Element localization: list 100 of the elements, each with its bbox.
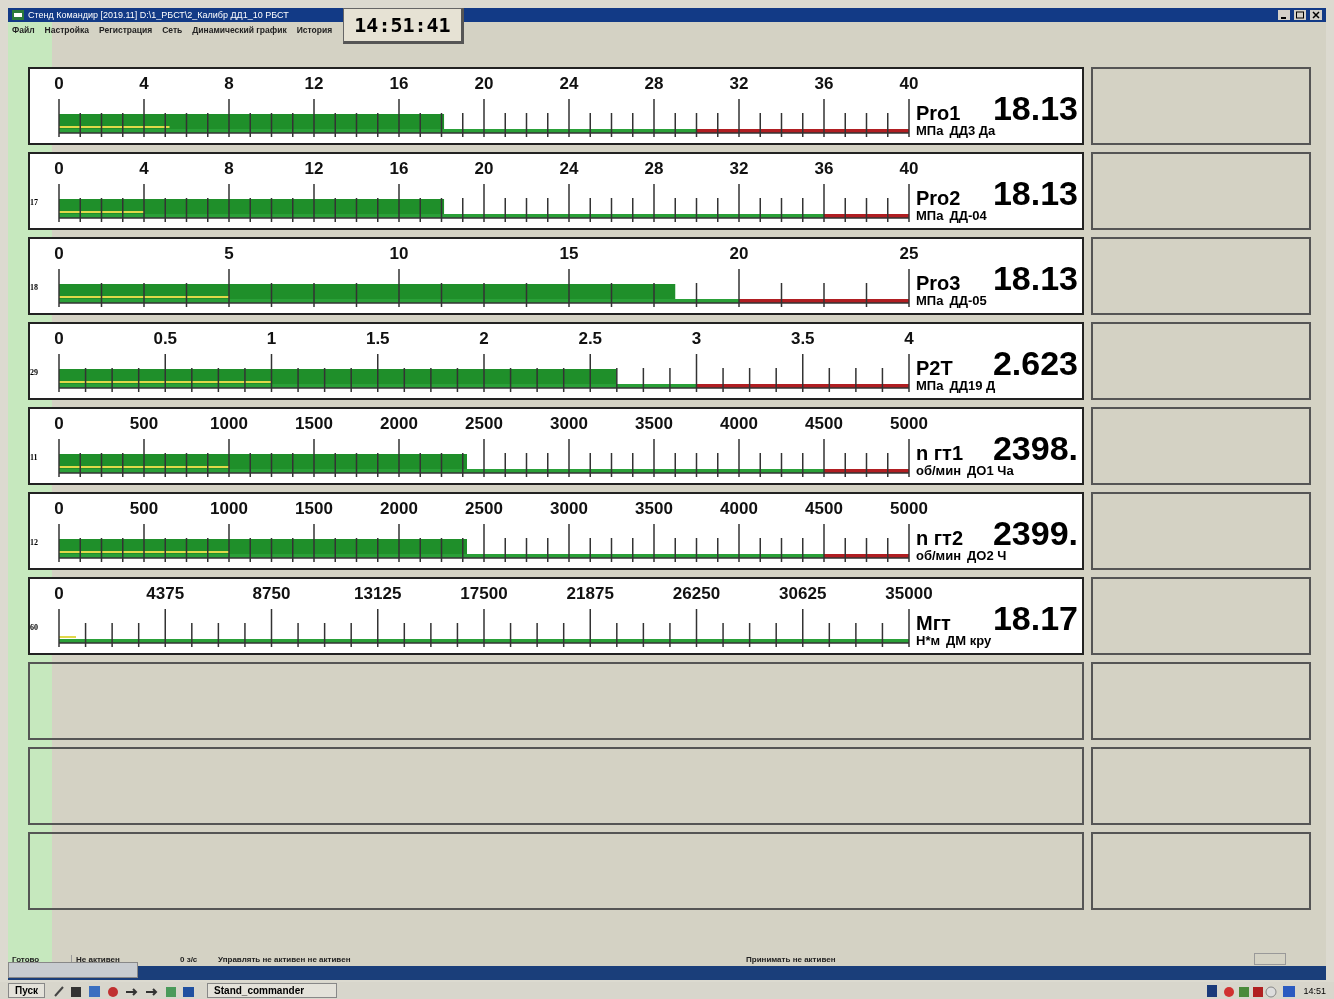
scale-label: 20 [474, 74, 494, 93]
scale-label: 2.5 [578, 329, 603, 348]
status-field: 0 з/с [176, 954, 214, 964]
scale-label: 20 [729, 244, 749, 263]
scale-label: 20 [474, 159, 494, 178]
close-icon[interactable] [1310, 10, 1322, 20]
scale-label: 36 [814, 74, 834, 93]
gauge-name: P2T [916, 357, 953, 380]
scale-label: 26250 [672, 584, 721, 603]
gauge-name: Pro1 [916, 102, 961, 125]
scale-label: 3500 [635, 499, 673, 518]
scale-label: 4 [139, 159, 149, 178]
scale-label: 0 [54, 159, 64, 178]
scale-label: 1000 [210, 499, 248, 518]
scale-label: 0 [54, 329, 64, 348]
scale-label: 0 [54, 499, 64, 518]
scale-label: 21875 [566, 584, 614, 603]
channel-number: 11 [30, 453, 38, 462]
scale-label: 8 [224, 74, 234, 93]
sensor-label: ДД-04 [949, 208, 987, 223]
sensor-label: ДД19 Д [949, 378, 996, 393]
menu-item[interactable]: Регистрация [98, 25, 153, 35]
scale-label: 24 [559, 159, 579, 178]
unit-label: МПа [916, 208, 944, 223]
gauge-value: 18.13 [992, 176, 1078, 210]
scale-label: 0 [54, 244, 64, 263]
gauge-value: 2399. [992, 516, 1078, 550]
gauge-name: Pro2 [916, 187, 961, 210]
scale-label: 13125 [354, 584, 402, 603]
unit-label: МПа [916, 378, 944, 393]
scale-label: 8 [224, 159, 234, 178]
menu-item[interactable]: История [296, 25, 333, 35]
scale-label: 3000 [550, 414, 588, 433]
scale-label: 4375 [146, 584, 185, 603]
app-icon [12, 10, 24, 20]
unit-label: МПа [916, 293, 944, 308]
menu-item[interactable]: Настройка [44, 25, 89, 35]
menu-item[interactable]: Сеть [162, 25, 183, 35]
scale-label: 4500 [805, 499, 843, 518]
scale-label: 16 [389, 159, 409, 178]
scale-label: 12 [304, 74, 324, 93]
scale-label: 32 [729, 159, 749, 178]
minimize-icon[interactable] [1278, 10, 1290, 20]
scale-label: 30625 [779, 584, 827, 603]
unit-label: об/мин [916, 548, 962, 563]
scale-label: 2000 [380, 499, 418, 518]
scale-label: 5000 [890, 414, 928, 433]
channel-number: 18 [30, 283, 38, 292]
scale-label: 1000 [210, 414, 248, 433]
gauge-name: Pro3 [916, 272, 961, 295]
channel-number: 29 [30, 368, 38, 377]
scale-label: 1500 [295, 414, 333, 433]
unit-label: МПа [916, 123, 944, 138]
taskbar-button[interactable]: Stand_commander [207, 983, 338, 998]
gauge-value: 18.17 [992, 601, 1078, 635]
start-button[interactable]: Пуск [8, 983, 46, 998]
scale-label: 32 [729, 74, 749, 93]
scale-label: 4 [139, 74, 149, 93]
scale-label: 3 [691, 329, 702, 348]
scale-label: 25 [899, 244, 919, 263]
tray-icons[interactable] [1207, 983, 1298, 998]
scale-label: 4 [904, 329, 914, 348]
channel-number: 17 [30, 198, 38, 207]
menu-item[interactable]: Файл [12, 25, 35, 35]
scale-label: 1 [266, 329, 277, 348]
channel-number: 12 [30, 538, 38, 547]
window-title: Стенд Командир [2019.11] D:\1_РБСТ\2_Калибр ДД1_10 РБСТ [28, 10, 289, 20]
status-field: Управлять не активен не активен [214, 954, 742, 964]
scale-label: 10 [389, 244, 409, 263]
unit-label: Н*м [916, 633, 941, 648]
scale-label: 3500 [635, 414, 673, 433]
scale-label: 4000 [720, 414, 758, 433]
scale-label: 2000 [380, 414, 418, 433]
scale-label: 500 [129, 499, 159, 518]
scale-label: 35000 [885, 584, 933, 603]
scale-label: 36 [814, 159, 834, 178]
gauge-value: 18.13 [992, 261, 1078, 295]
scale-label: 24 [559, 74, 579, 93]
scale-label: 0.5 [153, 329, 178, 348]
scale-label: 12 [304, 159, 324, 178]
gauge-value: 2.623 [992, 346, 1078, 380]
status-field: Принимать не активен [742, 954, 840, 964]
scale-label: 3.5 [790, 329, 815, 348]
gauge-name: n гт1 [916, 442, 964, 465]
scale-label: 0 [54, 74, 64, 93]
menu-item[interactable]: Динамический график [192, 25, 287, 35]
scale-label: 0 [54, 414, 64, 433]
scale-label: 40 [899, 159, 919, 178]
scale-label: 1500 [295, 499, 333, 518]
scale-label: 2500 [465, 414, 503, 433]
scale-label: 500 [129, 414, 159, 433]
scale-label: 4500 [805, 414, 843, 433]
maximize-icon[interactable] [1294, 10, 1306, 20]
scale-label: 0 [54, 584, 64, 603]
scale-label: 40 [899, 74, 919, 93]
scale-label: 17500 [460, 584, 508, 603]
sensor-label: ДД-05 [949, 293, 987, 308]
scale-label: 2 [479, 329, 489, 348]
status-field: Готово [8, 954, 71, 964]
gauge-value: 18.13 [992, 91, 1078, 125]
